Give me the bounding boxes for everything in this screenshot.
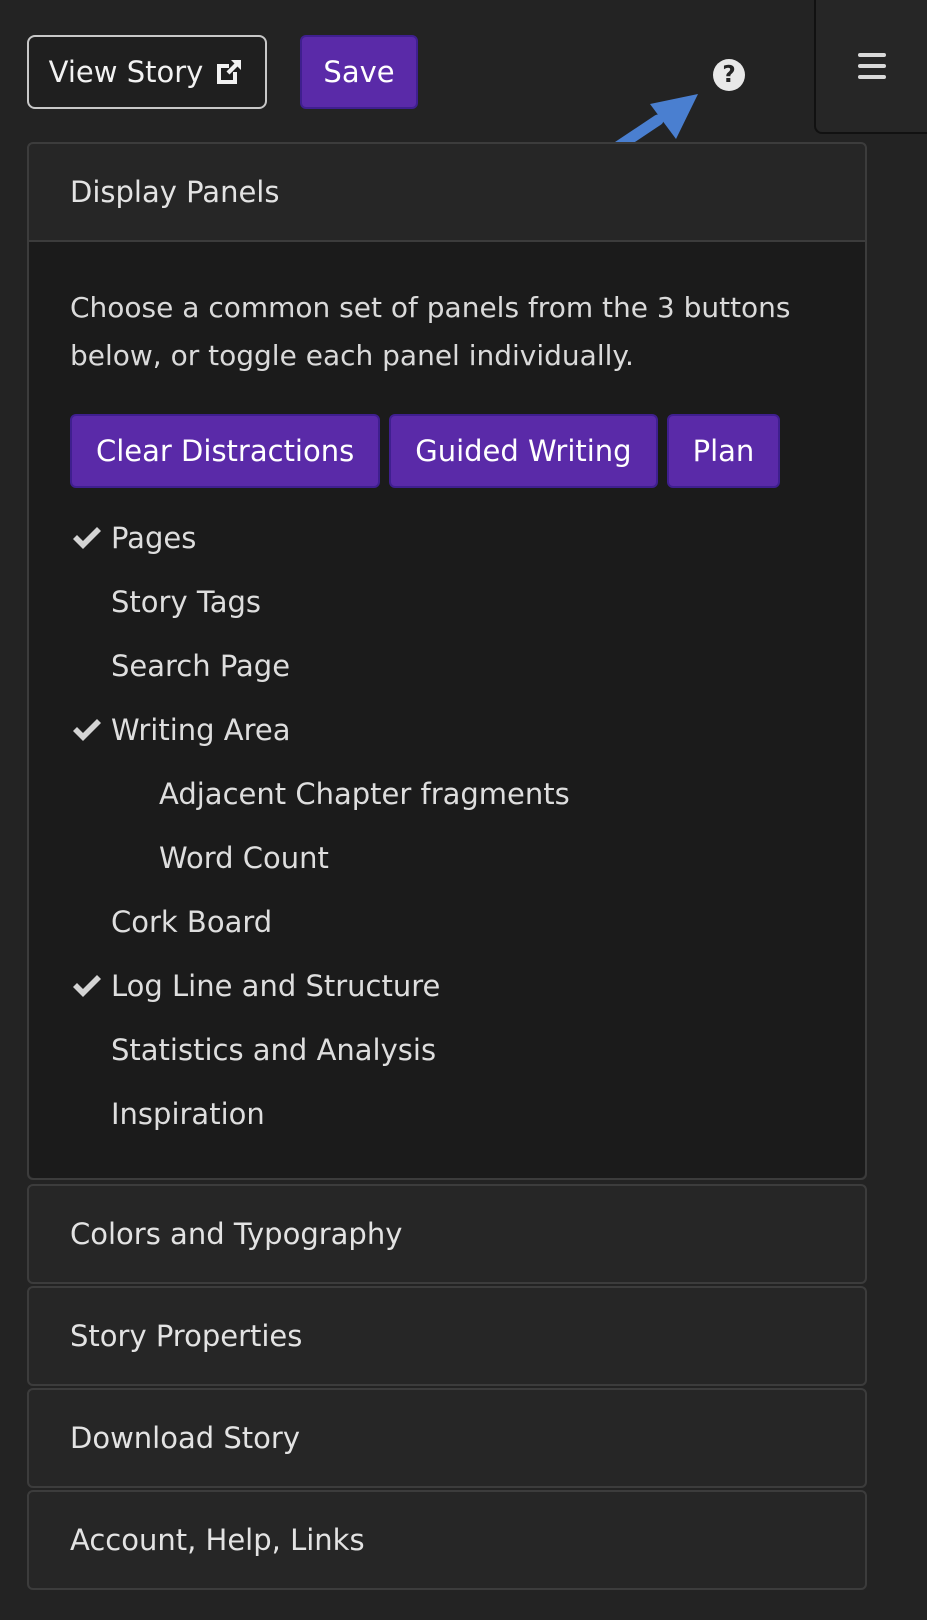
account-help-links-section[interactable]: Account, Help, Links [27,1490,867,1590]
panel-toggle-label: Adjacent Chapter fragments [159,777,570,811]
panel-toggle-search-page[interactable]: Search Page [70,634,824,698]
panel-toggle-label: Cork Board [111,905,273,939]
save-label: Save [323,55,395,89]
download-story-section[interactable]: Download Story [27,1388,867,1488]
plan-button[interactable]: Plan [666,414,781,488]
hamburger-menu-icon [857,53,886,79]
display-panels-section: Display Panels Choose a common set of pa… [27,142,867,1180]
question-circle-icon[interactable]: ? [713,59,745,91]
story-properties-section[interactable]: Story Properties [27,1286,867,1386]
panel-toggle-cork-board[interactable]: Cork Board [70,890,824,954]
view-story-button[interactable]: View Story [27,35,267,109]
panel-toggle-label: Statistics and Analysis [111,1033,437,1067]
display-panels-header[interactable]: Display Panels [29,144,865,240]
menu-button[interactable] [814,0,927,134]
panel-toggle-label: Log Line and Structure [111,969,441,1003]
guided-writing-button[interactable]: Guided Writing [389,414,658,488]
panel-toggle-label: Search Page [111,649,291,683]
clear-distractions-button[interactable]: Clear Distractions [70,414,381,488]
panel-toggle-log-line-and-structure[interactable]: Log Line and Structure [70,954,824,1018]
colors-typography-section[interactable]: Colors and Typography [27,1184,867,1284]
display-panels-description: Choose a common set of panels from the 3… [70,291,791,372]
display-panels-body: Choose a common set of panels from the 3… [29,240,865,1178]
colors-typography-header[interactable]: Colors and Typography [29,1186,865,1282]
download-story-header[interactable]: Download Story [29,1390,865,1486]
panel-toggle-word-count[interactable]: Word Count [70,826,824,890]
view-story-label: View Story [48,55,204,89]
panel-toggle-statistics-and-analysis[interactable]: Statistics and Analysis [70,1018,824,1082]
panel-toggle-adjacent-chapter-fragments[interactable]: Adjacent Chapter fragments [70,762,824,826]
top-bar: View Story Save ? [0,0,927,166]
panel-toggle-label: Inspiration [111,1097,265,1131]
preset-buttons: Clear Distractions Guided Writing Plan [70,414,824,488]
panel-toggle-pages[interactable]: Pages [70,506,824,570]
display-panels-title: Display Panels [70,175,280,209]
panel-toggle-label: Writing Area [111,713,291,747]
panel-toggle-label: Story Tags [111,585,262,619]
panel-toggle-list: Pages Story Tags Search Page Writing Area Ad… [70,506,824,1146]
check-icon [73,527,101,549]
panel-toggle-story-tags[interactable]: Story Tags [70,570,824,634]
panel-toggle-label: Pages [111,521,197,555]
external-link-icon [217,60,242,84]
account-help-links-header[interactable]: Account, Help, Links [29,1492,865,1588]
panel-toggle-label: Word Count [159,841,329,875]
panel-toggle-writing-area[interactable]: Writing Area [70,698,824,762]
story-properties-header[interactable]: Story Properties [29,1288,865,1384]
panel-toggle-inspiration[interactable]: Inspiration [70,1082,824,1146]
save-button[interactable]: Save [300,35,418,109]
check-icon [73,719,101,741]
check-icon [73,975,101,997]
